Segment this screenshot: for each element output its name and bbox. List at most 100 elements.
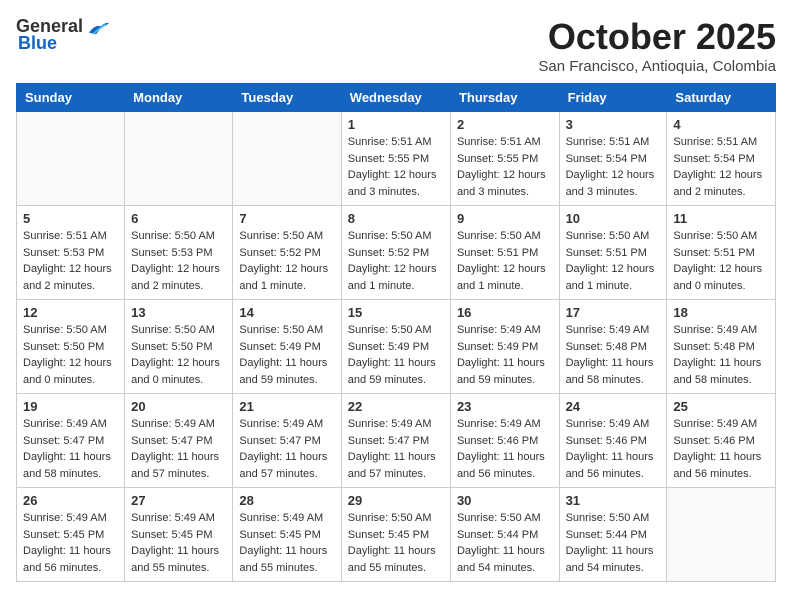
- calendar-cell: [17, 112, 125, 206]
- day-number: 15: [348, 305, 444, 320]
- calendar-cell: 17 Sunrise: 5:49 AMSunset: 5:48 PMDayligh…: [559, 300, 667, 394]
- day-number: 31: [566, 493, 661, 508]
- calendar-cell: 11 Sunrise: 5:50 AMSunset: 5:51 PMDayligh…: [667, 206, 776, 300]
- calendar-cell: 7 Sunrise: 5:50 AMSunset: 5:52 PMDaylight…: [233, 206, 341, 300]
- day-detail: Sunrise: 5:50 AMSunset: 5:51 PMDaylight:…: [566, 228, 661, 294]
- day-detail: Sunrise: 5:51 AMSunset: 5:54 PMDaylight:…: [673, 134, 769, 200]
- day-header-thursday: Thursday: [450, 84, 559, 112]
- week-row-1: 1Sunrise: 5:51 AMSunset: 5:55 PMDaylight…: [17, 112, 776, 206]
- calendar-cell: 9 Sunrise: 5:50 AMSunset: 5:51 PMDaylight…: [450, 206, 559, 300]
- calendar-cell: [125, 112, 233, 206]
- week-row-3: 12 Sunrise: 5:50 AMSunset: 5:50 PMDayligh…: [17, 300, 776, 394]
- week-row-2: 5 Sunrise: 5:51 AMSunset: 5:53 PMDaylight…: [17, 206, 776, 300]
- day-detail: Sunrise: 5:49 AMSunset: 5:48 PMDaylight:…: [566, 322, 661, 388]
- day-detail: Sunrise: 5:51 AMSunset: 5:54 PMDaylight:…: [566, 134, 661, 200]
- calendar-cell: 14 Sunrise: 5:50 AMSunset: 5:49 PMDayligh…: [233, 300, 341, 394]
- calendar-cell: 4 Sunrise: 5:51 AMSunset: 5:54 PMDaylight…: [667, 112, 776, 206]
- day-detail: Sunrise: 5:50 AMSunset: 5:51 PMDaylight:…: [673, 228, 769, 294]
- calendar-cell: 8 Sunrise: 5:50 AMSunset: 5:52 PMDaylight…: [341, 206, 450, 300]
- day-detail: Sunrise: 5:50 AMSunset: 5:51 PMDaylight:…: [457, 228, 553, 294]
- week-row-5: 26 Sunrise: 5:49 AMSunset: 5:45 PMDayligh…: [17, 488, 776, 582]
- day-detail: Sunrise: 5:50 AMSunset: 5:52 PMDaylight:…: [239, 228, 334, 294]
- calendar-cell: 2Sunrise: 5:51 AMSunset: 5:55 PMDaylight…: [450, 112, 559, 206]
- day-detail: Sunrise: 5:49 AMSunset: 5:45 PMDaylight:…: [23, 510, 118, 576]
- day-detail: Sunrise: 5:49 AMSunset: 5:48 PMDaylight:…: [673, 322, 769, 388]
- calendar-cell: 22Sunrise: 5:49 AMSunset: 5:47 PMDayligh…: [341, 394, 450, 488]
- calendar-cell: 3Sunrise: 5:51 AMSunset: 5:54 PMDaylight…: [559, 112, 667, 206]
- day-header-sunday: Sunday: [17, 84, 125, 112]
- day-number: 6: [131, 211, 226, 226]
- week-row-4: 19 Sunrise: 5:49 AMSunset: 5:47 PMDayligh…: [17, 394, 776, 488]
- day-detail: Sunrise: 5:49 AMSunset: 5:46 PMDaylight:…: [566, 416, 661, 482]
- day-number: 24: [566, 399, 661, 414]
- calendar-cell: 12Sunrise: 5:50 AMSunset: 5:50 PMDayligh…: [17, 300, 125, 394]
- logo: General Blue: [16, 16, 109, 54]
- day-number: 27: [131, 493, 226, 508]
- day-detail: Sunrise: 5:49 AMSunset: 5:46 PMDaylight:…: [457, 416, 553, 482]
- calendar-cell: 30 Sunrise: 5:50 AMSunset: 5:44 PMDayligh…: [450, 488, 559, 582]
- calendar-cell: 23 Sunrise: 5:49 AMSunset: 5:46 PMDayligh…: [450, 394, 559, 488]
- day-number: 7: [239, 211, 334, 226]
- day-number: 12: [23, 305, 118, 320]
- calendar-cell: 27 Sunrise: 5:49 AMSunset: 5:45 PMDayligh…: [125, 488, 233, 582]
- calendar-cell: 26 Sunrise: 5:49 AMSunset: 5:45 PMDayligh…: [17, 488, 125, 582]
- day-detail: Sunrise: 5:50 AMSunset: 5:50 PMDaylight:…: [131, 322, 226, 388]
- day-detail: Sunrise: 5:49 AMSunset: 5:47 PMDaylight:…: [239, 416, 334, 482]
- calendar-table: SundayMondayTuesdayWednesdayThursdayFrid…: [16, 83, 776, 582]
- logo-bird-icon: [85, 17, 109, 37]
- day-detail: Sunrise: 5:50 AMSunset: 5:44 PMDaylight:…: [566, 510, 661, 576]
- month-title: October 2025: [538, 16, 776, 58]
- calendar-cell: 16Sunrise: 5:49 AMSunset: 5:49 PMDayligh…: [450, 300, 559, 394]
- day-number: 30: [457, 493, 553, 508]
- day-number: 2: [457, 117, 553, 132]
- calendar-cell: 5 Sunrise: 5:51 AMSunset: 5:53 PMDaylight…: [17, 206, 125, 300]
- day-number: 28: [239, 493, 334, 508]
- calendar-cell: 24 Sunrise: 5:49 AMSunset: 5:46 PMDayligh…: [559, 394, 667, 488]
- day-detail: Sunrise: 5:50 AMSunset: 5:52 PMDaylight:…: [348, 228, 444, 294]
- calendar-cell: 25Sunrise: 5:49 AMSunset: 5:46 PMDayligh…: [667, 394, 776, 488]
- day-header-monday: Monday: [125, 84, 233, 112]
- day-number: 4: [673, 117, 769, 132]
- day-header-friday: Friday: [559, 84, 667, 112]
- day-detail: Sunrise: 5:50 AMSunset: 5:49 PMDaylight:…: [348, 322, 444, 388]
- day-number: 23: [457, 399, 553, 414]
- day-number: 26: [23, 493, 118, 508]
- calendar-cell: 1Sunrise: 5:51 AMSunset: 5:55 PMDaylight…: [341, 112, 450, 206]
- day-number: 29: [348, 493, 444, 508]
- day-detail: Sunrise: 5:50 AMSunset: 5:53 PMDaylight:…: [131, 228, 226, 294]
- day-number: 21: [239, 399, 334, 414]
- day-detail: Sunrise: 5:50 AMSunset: 5:44 PMDaylight:…: [457, 510, 553, 576]
- day-number: 19: [23, 399, 118, 414]
- day-number: 17: [566, 305, 661, 320]
- day-number: 22: [348, 399, 444, 414]
- day-detail: Sunrise: 5:49 AMSunset: 5:47 PMDaylight:…: [131, 416, 226, 482]
- day-number: 5: [23, 211, 118, 226]
- calendar-cell: 6 Sunrise: 5:50 AMSunset: 5:53 PMDaylight…: [125, 206, 233, 300]
- day-detail: Sunrise: 5:51 AMSunset: 5:53 PMDaylight:…: [23, 228, 118, 294]
- day-detail: Sunrise: 5:49 AMSunset: 5:49 PMDaylight:…: [457, 322, 553, 388]
- day-header-saturday: Saturday: [667, 84, 776, 112]
- calendar-cell: 15 Sunrise: 5:50 AMSunset: 5:49 PMDayligh…: [341, 300, 450, 394]
- header: General Blue October 2025 San Francisco,…: [16, 16, 776, 75]
- day-detail: Sunrise: 5:50 AMSunset: 5:49 PMDaylight:…: [239, 322, 334, 388]
- day-number: 20: [131, 399, 226, 414]
- day-number: 14: [239, 305, 334, 320]
- calendar-cell: 28Sunrise: 5:49 AMSunset: 5:45 PMDayligh…: [233, 488, 341, 582]
- day-header-tuesday: Tuesday: [233, 84, 341, 112]
- location-title: San Francisco, Antioquia, Colombia: [538, 58, 776, 75]
- day-number: 9: [457, 211, 553, 226]
- logo-blue-text: Blue: [18, 33, 57, 54]
- day-number: 10: [566, 211, 661, 226]
- day-number: 11: [673, 211, 769, 226]
- day-header-wednesday: Wednesday: [341, 84, 450, 112]
- day-detail: Sunrise: 5:49 AMSunset: 5:47 PMDaylight:…: [23, 416, 118, 482]
- day-detail: Sunrise: 5:49 AMSunset: 5:45 PMDaylight:…: [131, 510, 226, 576]
- day-number: 13: [131, 305, 226, 320]
- calendar-cell: 29Sunrise: 5:50 AMSunset: 5:45 PMDayligh…: [341, 488, 450, 582]
- day-number: 8: [348, 211, 444, 226]
- day-detail: Sunrise: 5:49 AMSunset: 5:46 PMDaylight:…: [673, 416, 769, 482]
- calendar-cell: 21 Sunrise: 5:49 AMSunset: 5:47 PMDayligh…: [233, 394, 341, 488]
- calendar-cell: 10 Sunrise: 5:50 AMSunset: 5:51 PMDayligh…: [559, 206, 667, 300]
- day-number: 18: [673, 305, 769, 320]
- calendar-cell: 13 Sunrise: 5:50 AMSunset: 5:50 PMDayligh…: [125, 300, 233, 394]
